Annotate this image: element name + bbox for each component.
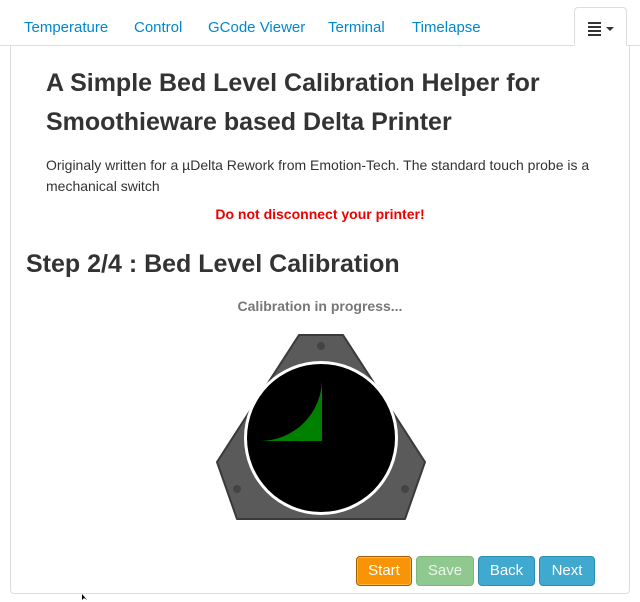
tab-timelapse[interactable]: Timelapse: [412, 19, 481, 36]
step-heading: Step 2/4 : Bed Level Calibration: [26, 250, 400, 278]
back-button[interactable]: Back: [478, 556, 535, 586]
tab-terminal[interactable]: Terminal: [328, 19, 385, 36]
start-button[interactable]: Start: [356, 556, 412, 586]
warning-text: Do not disconnect your printer!: [215, 206, 425, 222]
page-title: A Simple Bed Level Calibration Helper fo…: [46, 69, 540, 136]
screw-icon: [233, 485, 241, 493]
screw-icon: [401, 485, 409, 493]
tab-menu-dropdown[interactable]: [574, 7, 627, 46]
tab-control[interactable]: Control: [134, 19, 182, 36]
tab-bar: Temperature Control GCode Viewer Termina…: [0, 0, 640, 46]
next-button[interactable]: Next: [539, 556, 595, 586]
list-icon: [588, 22, 601, 38]
tab-temperature[interactable]: Temperature: [24, 19, 108, 36]
description-text: Originaly written for a µDelta Rework fr…: [46, 157, 590, 194]
caret-down-icon: [606, 27, 614, 31]
screw-icon: [317, 342, 325, 350]
tab-gcode-viewer[interactable]: GCode Viewer: [208, 19, 305, 36]
calibration-status: Calibration in progress...: [237, 298, 403, 314]
mouse-pointer-icon: [82, 594, 87, 600]
bed-calibration-graphic: [216, 334, 426, 520]
save-button[interactable]: Save: [416, 556, 474, 586]
